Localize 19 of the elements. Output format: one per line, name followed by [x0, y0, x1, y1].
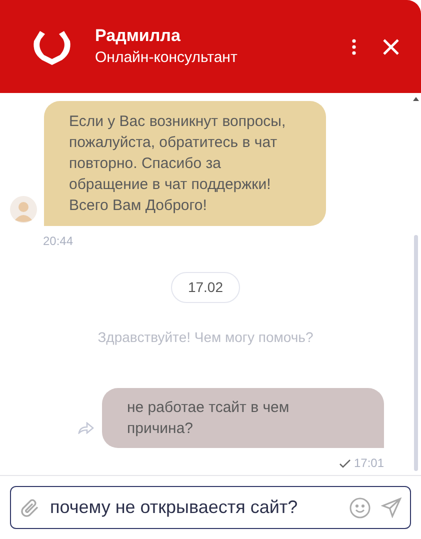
more-menu-icon[interactable]: [352, 38, 356, 54]
forward-icon[interactable]: [78, 422, 94, 434]
message-bubble: Если у Вас возникнут вопросы, пожалуйста, обратитесь в чат повторно. Спасибо за обращение в чат поддержки! Всего Вам Доброго!: [44, 101, 326, 226]
agent-name: Радмилла: [95, 24, 182, 46]
message-bubble: не работае тсайт в чем причина?: [102, 388, 384, 448]
emoji-icon[interactable]: [349, 496, 371, 518]
send-icon[interactable]: [381, 497, 402, 518]
message-time: 20:44: [42, 233, 74, 250]
date-chip: 17.02: [170, 272, 240, 303]
agent-role: Онлайн-консультант: [95, 48, 238, 68]
message-time: 17:01: [354, 455, 384, 472]
message-text-input[interactable]: почему не открываестя сайт?: [50, 494, 339, 521]
wreath-logo-icon: [32, 28, 72, 64]
greeting-text: Здравствуйте! Чем могу помочь?: [98, 328, 314, 347]
paperclip-icon[interactable]: [20, 498, 40, 518]
message-input-field[interactable]: почему не открываестя сайт?: [10, 486, 411, 529]
avatar-icon: [10, 196, 37, 223]
scroll-up-icon[interactable]: [413, 97, 419, 101]
close-icon[interactable]: [383, 38, 399, 54]
